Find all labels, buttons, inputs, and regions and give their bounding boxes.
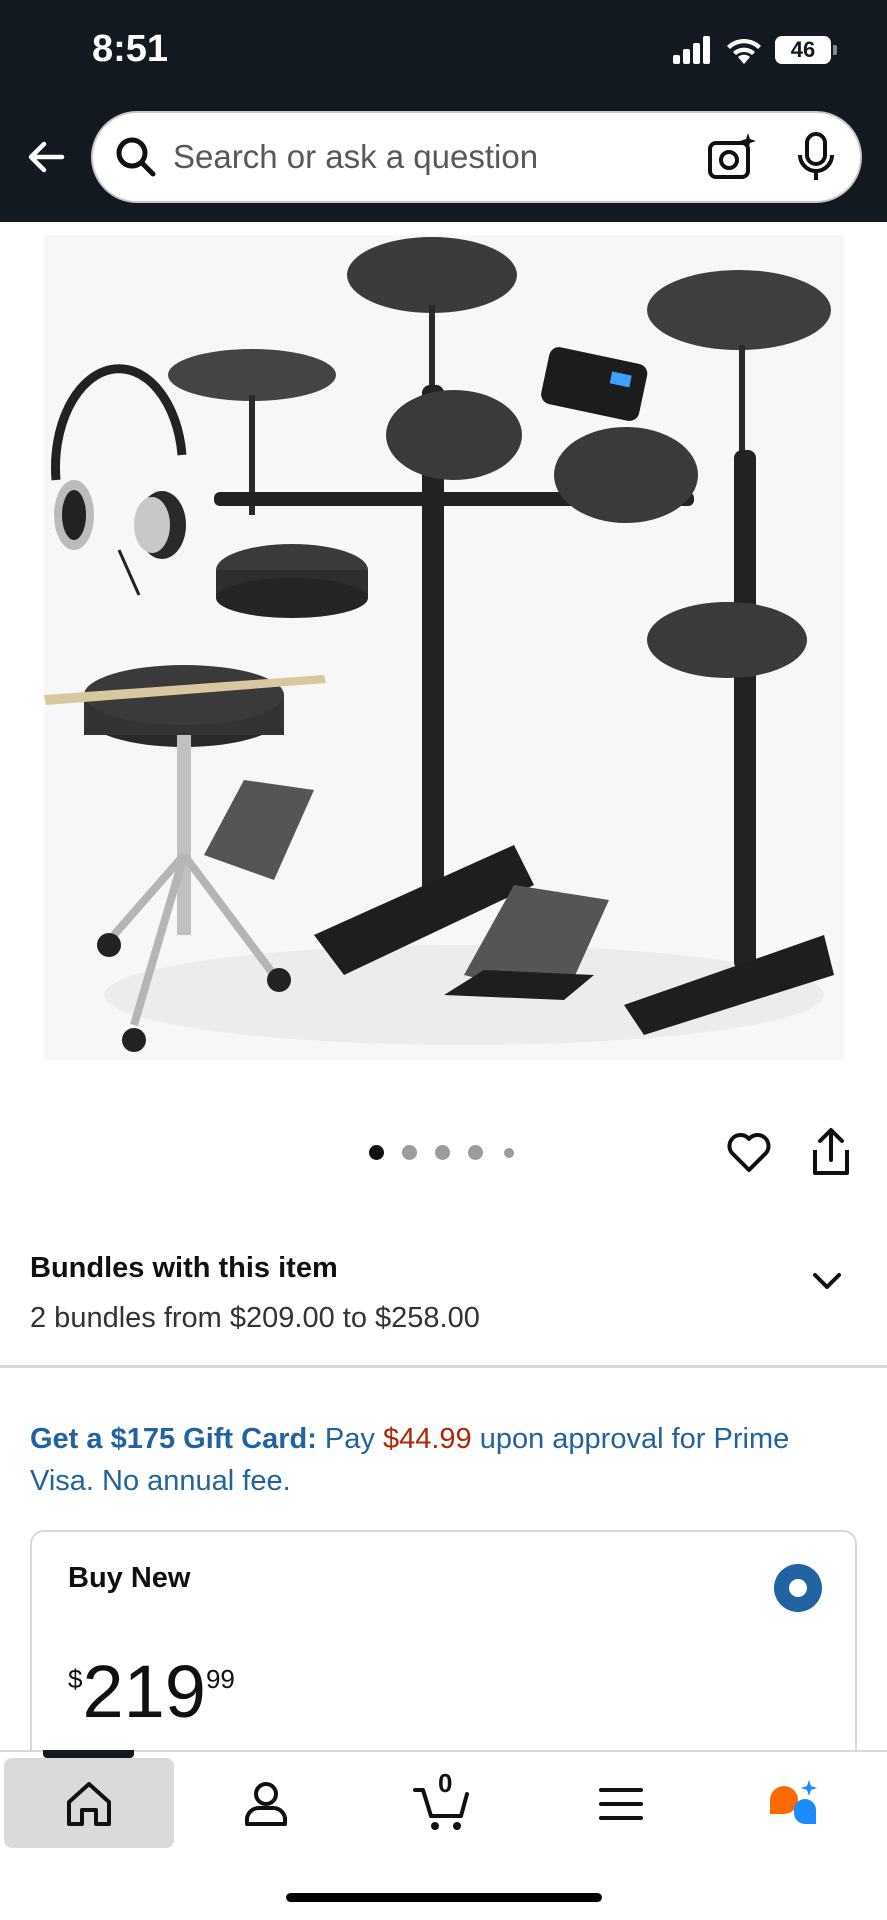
promo-price: $44.99 — [382, 1423, 472, 1455]
buy-new-radio[interactable] — [774, 1564, 822, 1612]
price-fraction: 99 — [205, 1664, 235, 1694]
search-icon — [116, 137, 156, 177]
wifi-icon — [727, 38, 761, 64]
share-icon[interactable] — [807, 1126, 855, 1178]
tab-active-indicator — [43, 1750, 134, 1758]
cellular-signal-icon — [673, 36, 710, 64]
back-arrow-icon[interactable] — [22, 133, 70, 181]
pager-dot-5[interactable] — [504, 1148, 514, 1158]
search-header: Search or ask a question — [0, 105, 887, 222]
menu-icon[interactable] — [593, 1776, 649, 1832]
account-icon[interactable] — [238, 1776, 294, 1832]
search-bar[interactable]: Search or ask a question — [91, 111, 862, 203]
bundles-row[interactable]: Bundles with this item 2 bundles from $2… — [0, 1240, 887, 1367]
product-image[interactable] — [44, 235, 844, 1060]
promo-text-1: Pay — [316, 1423, 383, 1455]
search-input[interactable]: Search or ask a question — [173, 138, 706, 176]
pager-dot-1[interactable] — [369, 1145, 384, 1160]
status-icons: 46 — [673, 32, 837, 68]
crash-cymbal — [347, 237, 517, 313]
tom-pad-1 — [386, 390, 522, 480]
camera-search-icon[interactable] — [706, 131, 758, 183]
pager-dot-4[interactable] — [468, 1145, 483, 1160]
pager-dot-3[interactable] — [435, 1145, 450, 1160]
heart-icon[interactable] — [725, 1128, 773, 1176]
battery-indicator: 46 — [775, 36, 837, 64]
section-divider — [0, 1365, 887, 1368]
cart-count: 0 — [438, 1768, 453, 1798]
promo-headline: Get a $175 Gift Card: — [30, 1423, 317, 1455]
bundles-subtitle: 2 bundles from $209.00 to $258.00 — [30, 1302, 480, 1334]
status-time: 8:51 — [92, 28, 169, 70]
price-whole: 219 — [82, 1650, 206, 1733]
price-currency: $ — [68, 1664, 83, 1694]
home-indicator — [286, 1893, 602, 1902]
home-icon[interactable] — [61, 1776, 117, 1832]
hihat-cymbal — [168, 349, 336, 401]
bundles-title: Bundles with this item — [30, 1252, 338, 1284]
buy-new-price: $ 219 99 — [68, 1652, 235, 1732]
buy-new-title: Buy New — [68, 1562, 191, 1594]
rufus-icon[interactable] — [764, 1776, 824, 1832]
prime-visa-promo[interactable]: Get a $175 Gift Card: Pay $44.99 upon ap… — [30, 1418, 860, 1502]
ride-cymbal — [647, 270, 831, 350]
microphone-icon[interactable] — [794, 131, 838, 183]
status-bar: 8:51 46 — [0, 0, 887, 105]
floor-tom-pad — [647, 602, 807, 678]
tom-pad-2 — [554, 427, 698, 523]
chevron-down-icon[interactable] — [808, 1262, 846, 1300]
pager-dot-2[interactable] — [402, 1145, 417, 1160]
